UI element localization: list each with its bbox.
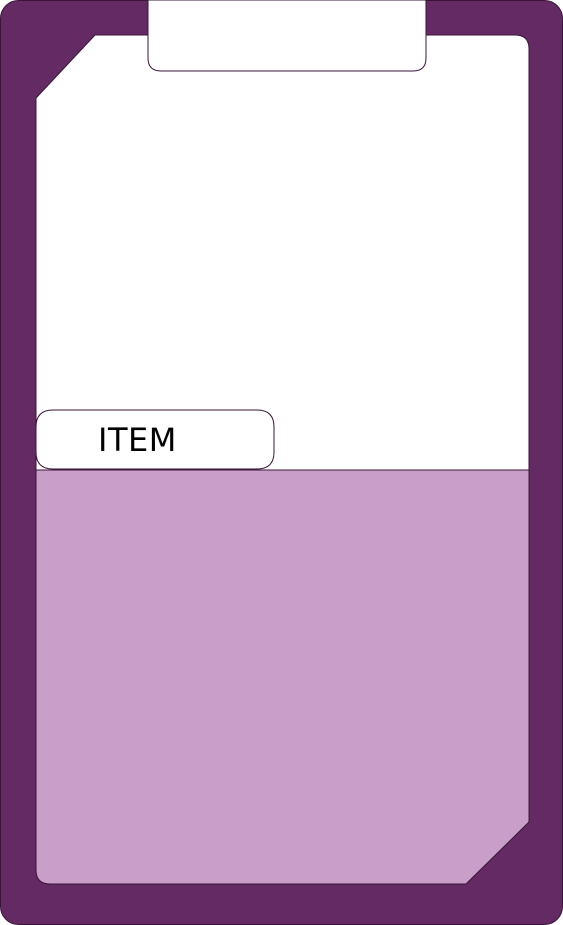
item-card: ITEM — [0, 0, 563, 925]
upper-panel — [35, 34, 530, 471]
top-tab-area — [148, 0, 426, 71]
item-label-text: ITEM — [98, 420, 177, 459]
lower-panel — [35, 469, 530, 885]
